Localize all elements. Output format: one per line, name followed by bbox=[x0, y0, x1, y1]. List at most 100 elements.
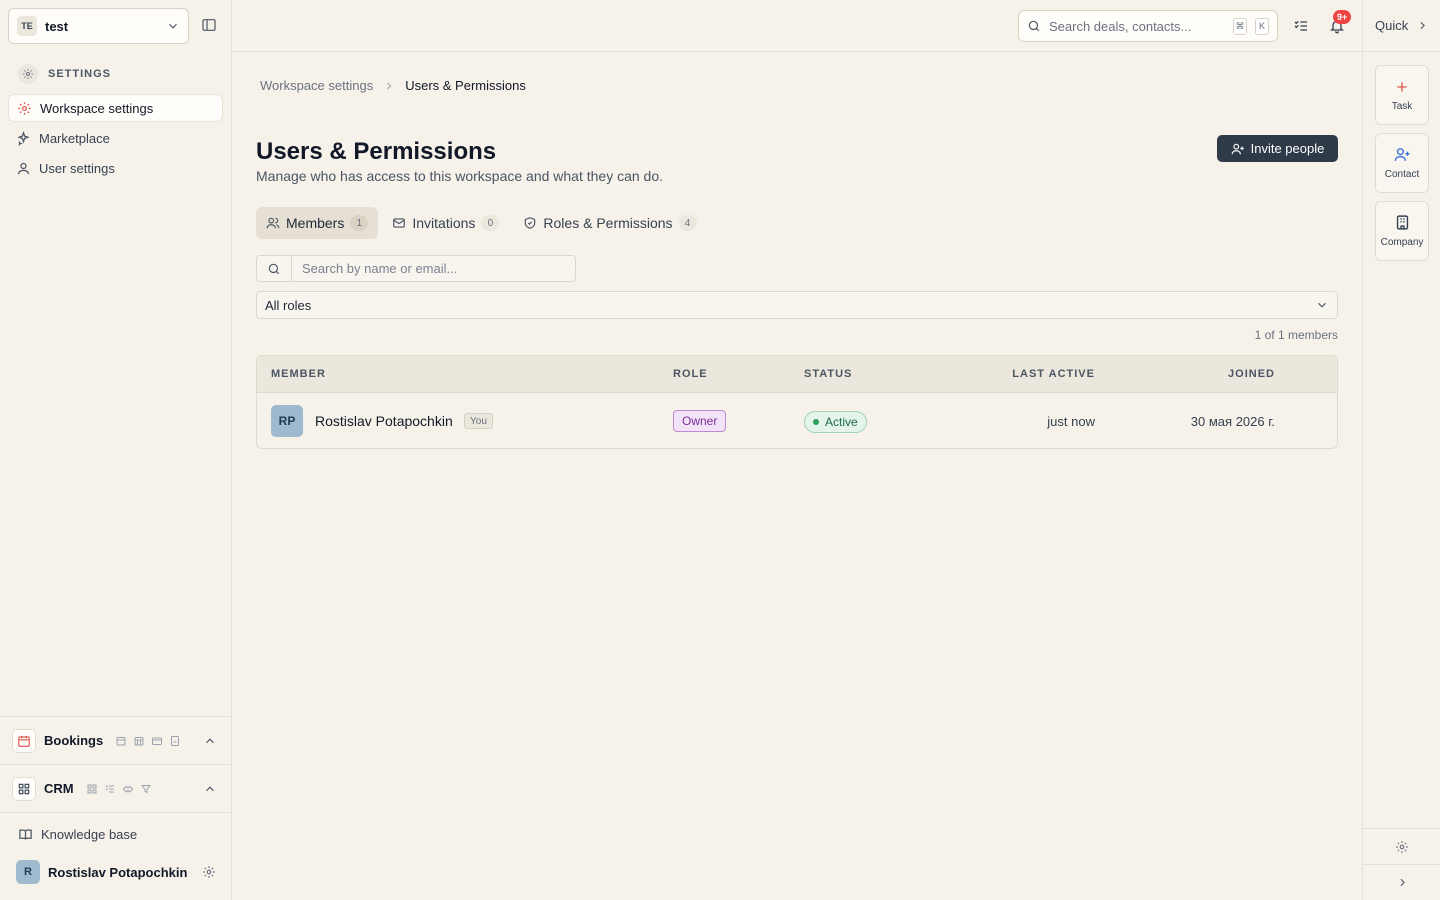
knowledge-base-label: Knowledge base bbox=[41, 826, 138, 842]
users-icon bbox=[266, 216, 280, 230]
user-icon bbox=[16, 161, 31, 176]
sidebar-item-label: Workspace settings bbox=[40, 100, 154, 116]
gear-icon bbox=[17, 101, 32, 116]
sidebar-item-label: Marketplace bbox=[39, 130, 110, 146]
grid-icon bbox=[12, 776, 36, 801]
checklist-icon bbox=[105, 784, 114, 792]
module-label: CRM bbox=[44, 781, 74, 796]
sidebar-item-workspace-settings[interactable]: Workspace settings bbox=[8, 94, 223, 122]
member-name: Rostislav Potapochkin bbox=[315, 413, 453, 429]
role-filter-value: All roles bbox=[265, 297, 312, 313]
column-header-member: MEMBER bbox=[271, 368, 326, 380]
sidebar-item-user-settings[interactable]: User settings bbox=[8, 154, 223, 182]
filter-icon bbox=[140, 784, 151, 793]
page-subtitle: Manage who has access to this workspace … bbox=[256, 168, 664, 184]
tasks-checklist-icon[interactable] bbox=[1291, 16, 1311, 36]
tab-members[interactable]: Members 1 bbox=[256, 207, 379, 239]
quick-actions-title: Quick bbox=[1375, 18, 1409, 33]
module-label: Bookings bbox=[44, 733, 104, 748]
book-icon bbox=[18, 827, 33, 842]
module-crm[interactable]: CRM bbox=[0, 764, 231, 812]
page-title: Users & Permissions bbox=[256, 138, 497, 165]
module-shortcuts bbox=[86, 783, 152, 795]
last-active-value: just now bbox=[1047, 414, 1095, 429]
settings-section-title: SETTINGS bbox=[48, 68, 112, 80]
quick-add-task-button[interactable]: Task bbox=[1375, 65, 1429, 125]
quick-add-contact-label: Contact bbox=[1384, 169, 1420, 180]
status-dot bbox=[813, 419, 819, 425]
current-user[interactable]: R Rostislav Potapochkin bbox=[16, 860, 216, 884]
chevron-right-icon bbox=[383, 80, 395, 92]
chevron-right-icon bbox=[1416, 19, 1429, 32]
shortcut-key-k: K bbox=[1255, 17, 1269, 35]
divider bbox=[0, 812, 231, 813]
quick-actions-rail: Quick Task Contact Company bbox=[1362, 0, 1440, 900]
chevron-down-icon bbox=[1315, 298, 1329, 312]
tab-label: Members bbox=[286, 215, 345, 231]
avatar: RP bbox=[271, 405, 303, 437]
plus-icon bbox=[1394, 79, 1410, 95]
sidebar-item-label: User settings bbox=[39, 160, 115, 176]
search-icon bbox=[257, 256, 292, 281]
calendar-grid-icon bbox=[134, 736, 144, 745]
gear-icon[interactable] bbox=[202, 865, 216, 879]
chevron-right-icon bbox=[1396, 876, 1409, 889]
tab-invitations[interactable]: Invitations 0 bbox=[382, 207, 509, 239]
global-search[interactable]: ⌘ K bbox=[1018, 10, 1278, 42]
sidebar-item-marketplace[interactable]: Marketplace bbox=[8, 124, 223, 152]
handshake-icon bbox=[122, 785, 133, 793]
topbar: ⌘ K 9+ bbox=[232, 0, 1362, 52]
role-filter-select[interactable]: All roles bbox=[256, 291, 1338, 319]
gear-icon bbox=[18, 64, 38, 84]
global-search-input[interactable] bbox=[1049, 18, 1225, 34]
status-badge: Active bbox=[804, 411, 867, 433]
workspace-name: test bbox=[45, 18, 69, 34]
chevron-up-icon[interactable] bbox=[203, 782, 217, 796]
settings-nav: Workspace settings Marketplace User sett… bbox=[8, 94, 223, 184]
module-bookings[interactable]: Bookings bbox=[0, 716, 231, 764]
invite-people-label: Invite people bbox=[1250, 141, 1325, 156]
quick-add-task-label: Task bbox=[1391, 100, 1413, 112]
chevron-down-icon bbox=[166, 19, 180, 33]
quick-actions-toggle[interactable]: Quick bbox=[1363, 0, 1440, 52]
sidebar-toggle-icon[interactable] bbox=[200, 16, 218, 34]
settings-section-header: SETTINGS bbox=[18, 64, 111, 84]
rail-expand-button[interactable] bbox=[1363, 864, 1440, 900]
invite-people-button[interactable]: Invite people bbox=[1217, 135, 1338, 162]
chevron-up-icon[interactable] bbox=[203, 734, 217, 748]
gear-icon bbox=[1395, 840, 1409, 854]
wallet-icon bbox=[152, 737, 163, 745]
calendar-icon bbox=[12, 728, 36, 753]
tab-roles-permissions[interactable]: Roles & Permissions 4 bbox=[513, 207, 706, 239]
column-header-joined: JOINED bbox=[1228, 368, 1275, 380]
user-plus-icon bbox=[1231, 142, 1245, 156]
avatar: R bbox=[16, 860, 40, 884]
tabs: Members 1 Invitations 0 Roles & Permissi… bbox=[256, 207, 707, 239]
tab-label: Invitations bbox=[412, 215, 476, 231]
member-count: 1 of 1 members bbox=[1254, 328, 1338, 342]
tab-count: 1 bbox=[350, 215, 369, 231]
rail-settings-button[interactable] bbox=[1363, 828, 1440, 864]
quick-add-company-button[interactable]: Company bbox=[1375, 201, 1429, 261]
user-plus-icon bbox=[1394, 146, 1411, 163]
quick-add-contact-button[interactable]: Contact bbox=[1375, 133, 1429, 193]
member-search-input[interactable] bbox=[292, 256, 575, 281]
sparkles-icon bbox=[16, 130, 31, 146]
shortcut-key-cmd: ⌘ bbox=[1233, 17, 1247, 35]
table-row[interactable]: RP Rostislav Potapochkin You Owner Activ… bbox=[257, 393, 1337, 448]
workspace-badge: TE bbox=[17, 16, 37, 36]
mail-icon bbox=[392, 216, 406, 230]
knowledge-base-link[interactable]: Knowledge base bbox=[8, 820, 223, 848]
status-label: Active bbox=[825, 415, 858, 429]
calendar-mini-icon bbox=[116, 736, 126, 745]
members-table: MEMBER ROLE STATUS LAST ACTIVE JOINED RP… bbox=[256, 355, 1338, 449]
workspace-switcher[interactable]: TE test bbox=[8, 8, 189, 44]
document-icon bbox=[171, 735, 180, 746]
building-icon bbox=[1394, 214, 1411, 231]
breadcrumb-workspace-settings[interactable]: Workspace settings bbox=[260, 78, 373, 93]
tab-count: 4 bbox=[678, 215, 697, 231]
shield-icon bbox=[523, 216, 537, 230]
role-badge: Owner bbox=[673, 410, 727, 432]
member-search[interactable] bbox=[256, 255, 576, 282]
column-header-last-active: LAST ACTIVE bbox=[1012, 368, 1095, 380]
